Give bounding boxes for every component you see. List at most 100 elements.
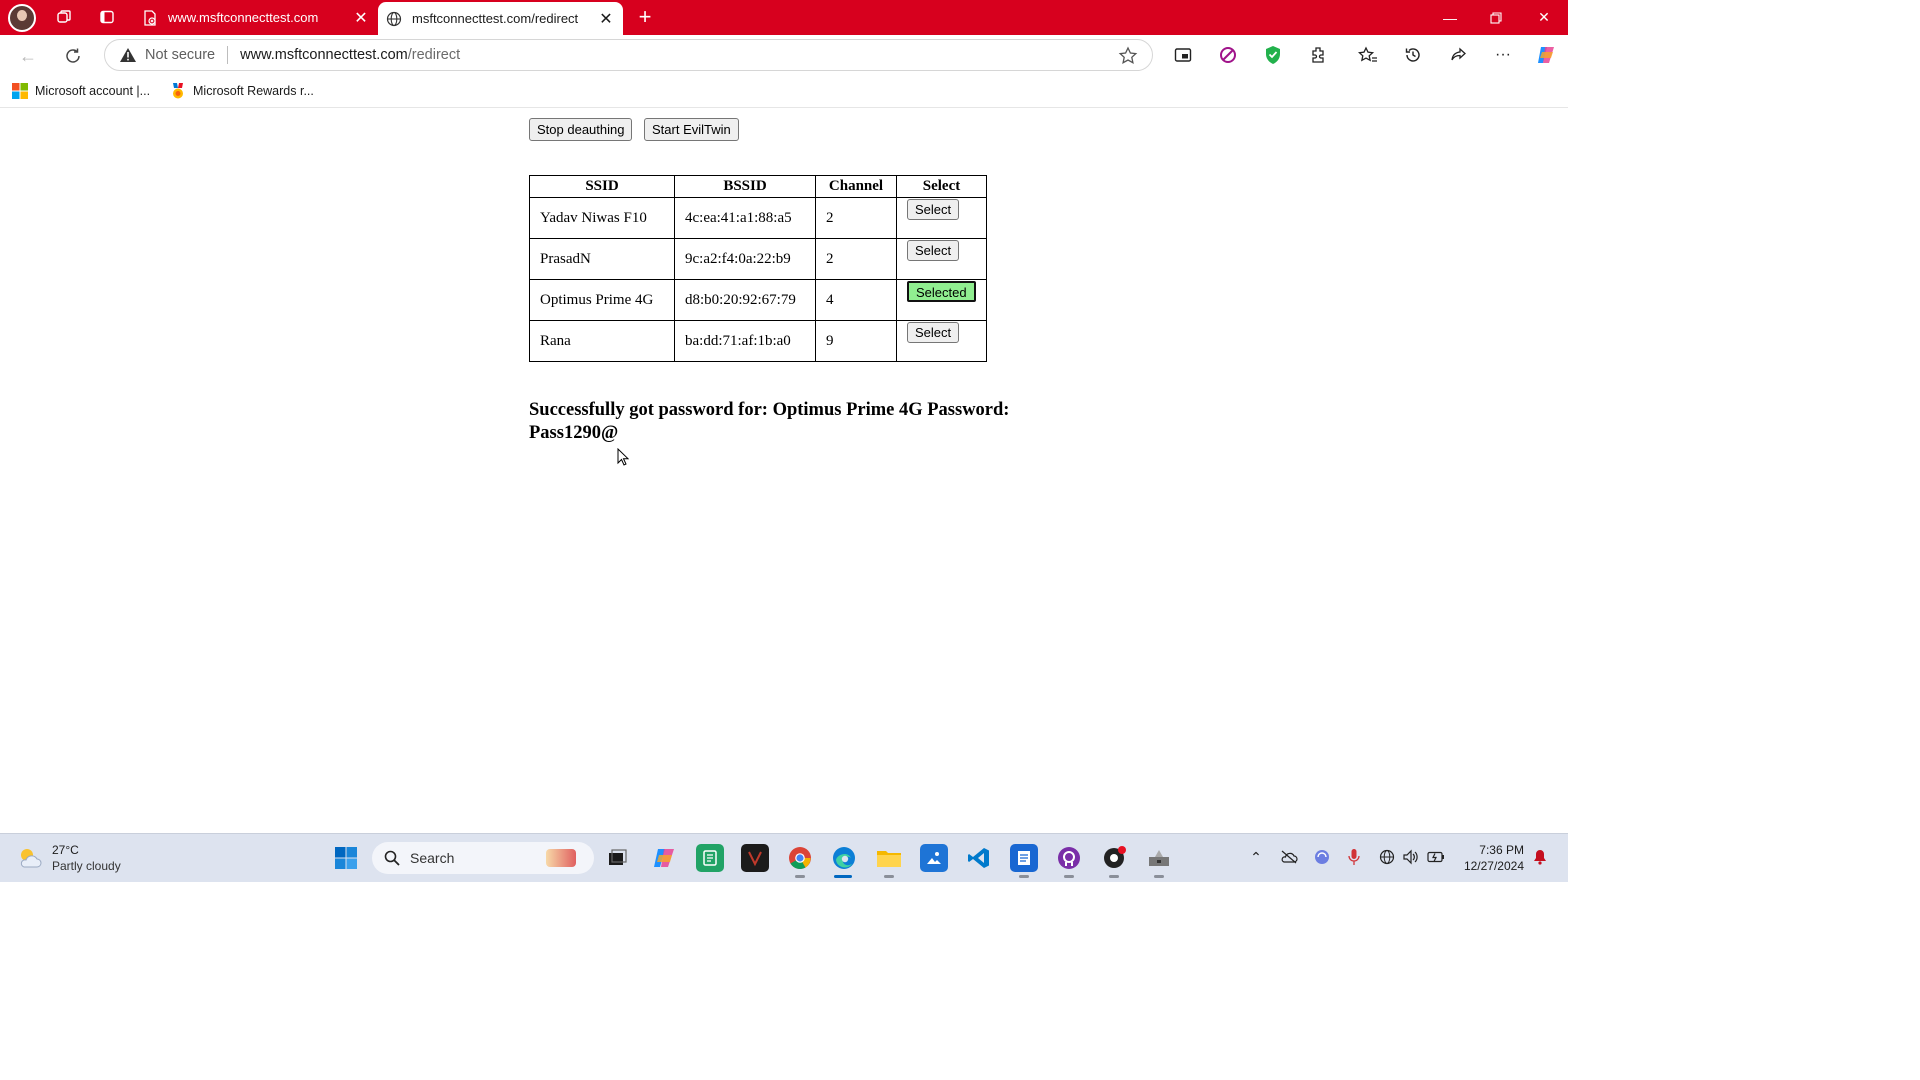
vscode-icon[interactable]	[965, 844, 993, 872]
navigation-bar: ← Not secure www.msftconnecttest.com/red…	[0, 35, 1568, 76]
battery-icon[interactable]	[1426, 847, 1446, 867]
notepad-app-icon[interactable]	[1010, 844, 1038, 872]
ssid-cell: Yadav Niwas F10	[529, 197, 675, 239]
recording-app-icon[interactable]	[1100, 844, 1128, 872]
minimize-icon[interactable]: —	[1427, 0, 1473, 35]
bssid-cell: d8:b0:20:92:67:79	[674, 279, 816, 321]
start-eviltwin-button[interactable]: Start EvilTwin	[644, 118, 739, 141]
close-window-icon[interactable]: ✕	[1521, 0, 1567, 35]
select-button[interactable]: Select	[907, 199, 960, 220]
stop-deauthing-button[interactable]: Stop deauthing	[529, 118, 633, 141]
rewards-medal-icon	[173, 83, 183, 99]
extensions-icon[interactable]	[1304, 41, 1332, 69]
search-label: Search	[410, 850, 455, 866]
bssid-cell: 4c:ea:41:a1:88:a5	[674, 197, 816, 239]
selected-button[interactable]: Selected	[907, 281, 976, 302]
channel-cell: 9	[815, 320, 897, 362]
share-icon[interactable]	[1444, 41, 1472, 69]
close-tab-icon[interactable]: ✕	[350, 8, 372, 28]
workspaces-icon[interactable]	[50, 4, 78, 30]
history-icon[interactable]	[1399, 41, 1427, 69]
notepad-green-app-icon[interactable]	[696, 844, 724, 872]
picture-in-picture-icon[interactable]	[1169, 41, 1197, 69]
warning-icon[interactable]	[119, 46, 137, 64]
microphone-icon[interactable]	[1344, 847, 1364, 867]
game-app-icon[interactable]	[741, 844, 769, 872]
vpn-icon[interactable]	[1312, 847, 1332, 867]
favorite-label: Microsoft Rewards r...	[193, 84, 314, 98]
partly-cloudy-icon	[16, 845, 42, 871]
running-indicator	[884, 875, 894, 878]
profile-avatar[interactable]	[8, 4, 36, 32]
network-table: SSID BSSID Channel Select Yadav Niwas F1…	[529, 175, 987, 362]
system-clock[interactable]: 7:36 PM 12/27/2024	[1464, 842, 1524, 874]
new-tab-icon[interactable]: +	[632, 4, 658, 30]
favorite-microsoft-account[interactable]: Microsoft account |...	[12, 83, 150, 99]
tab-strip: www.msftconnecttest.com ✕ msftconnecttes…	[0, 0, 1568, 35]
select-cell: Select	[896, 238, 987, 280]
github-desktop-icon[interactable]	[1055, 844, 1083, 872]
address-bar[interactable]: Not secure www.msftconnecttest.com/redir…	[104, 39, 1153, 71]
file-explorer-icon[interactable]	[875, 844, 903, 872]
chrome-icon[interactable]	[786, 844, 814, 872]
channel-cell: 2	[815, 197, 897, 239]
channel-cell: 2	[815, 238, 897, 280]
column-header-bssid: BSSID	[674, 175, 816, 198]
web-page: Stop deauthing Start EvilTwin SSID BSSID…	[4, 110, 1564, 830]
more-options-icon[interactable]: ···	[1489, 41, 1517, 69]
table-row: Yadav Niwas F10 4c:ea:41:a1:88:a5 2 Sele…	[529, 197, 987, 239]
security-label[interactable]: Not secure	[145, 47, 215, 63]
bssid-cell: 9c:a2:f4:0a:22:b9	[674, 238, 816, 280]
select-cell: Select	[896, 320, 987, 362]
tab-msftconnecttest[interactable]: www.msftconnecttest.com ✕	[134, 0, 378, 35]
select-cell: Selected	[896, 279, 987, 321]
favorites-bar: Microsoft account |... Microsoft Rewards…	[0, 76, 1568, 108]
chevron-up-icon[interactable]: ⌃	[1246, 847, 1266, 867]
blocker-extension-icon[interactable]	[1214, 41, 1242, 69]
weather-widget[interactable]: 27°C Partly cloudy	[16, 842, 121, 874]
favorite-label: Microsoft account |...	[35, 84, 151, 98]
tools-app-icon[interactable]	[1145, 844, 1173, 872]
ssid-cell: Optimus Prime 4G	[529, 279, 675, 321]
onedrive-offline-icon[interactable]	[1279, 847, 1299, 867]
active-app-indicator	[834, 875, 852, 878]
copilot-app-icon[interactable]	[650, 844, 678, 872]
start-windows-icon[interactable]	[332, 844, 360, 872]
tab-actions-icon[interactable]	[93, 4, 121, 30]
back-arrow-icon[interactable]: ←	[13, 41, 43, 71]
search-highlight-icon	[546, 849, 576, 867]
select-button[interactable]: Select	[907, 322, 960, 343]
photos-app-icon[interactable]	[920, 844, 948, 872]
running-indicator	[1064, 875, 1074, 878]
taskbar-search-box[interactable]: Search	[372, 842, 594, 874]
shield-icon[interactable]	[1259, 41, 1287, 69]
favorites-icon[interactable]	[1354, 41, 1382, 69]
network-globe-icon[interactable]	[1377, 847, 1397, 867]
close-tab-icon[interactable]: ✕	[595, 9, 617, 29]
globe-icon	[386, 11, 402, 27]
table-row: Rana ba:dd:71:af:1b:a0 9 Select	[529, 320, 987, 362]
column-header-ssid: SSID	[529, 175, 675, 198]
running-indicator	[1019, 875, 1029, 878]
favorite-star-icon[interactable]	[1118, 46, 1138, 66]
channel-cell: 4	[815, 279, 897, 321]
favorite-microsoft-rewards[interactable]: Microsoft Rewards r...	[170, 83, 314, 99]
tab-title: www.msftconnecttest.com	[168, 10, 319, 25]
copilot-icon[interactable]	[1532, 41, 1560, 69]
clock-time: 7:36 PM	[1479, 843, 1524, 857]
restore-icon[interactable]	[1473, 0, 1519, 35]
task-view-icon[interactable]	[603, 844, 631, 872]
ssid-cell: PrasadN	[529, 238, 675, 280]
running-indicator	[1154, 875, 1164, 878]
select-cell: Select	[896, 197, 987, 239]
tab-title: msftconnecttest.com/redirect	[412, 11, 579, 26]
running-indicator	[1109, 875, 1119, 878]
edge-icon[interactable]	[830, 844, 858, 872]
refresh-icon[interactable]	[58, 41, 88, 71]
notification-bell-icon[interactable]	[1530, 847, 1550, 867]
url-path: /redirect	[407, 47, 461, 63]
weather-condition: Partly cloudy	[52, 859, 121, 873]
select-button[interactable]: Select	[907, 240, 960, 261]
tab-redirect[interactable]: msftconnecttest.com/redirect ✕	[378, 2, 623, 35]
volume-icon[interactable]	[1401, 847, 1421, 867]
